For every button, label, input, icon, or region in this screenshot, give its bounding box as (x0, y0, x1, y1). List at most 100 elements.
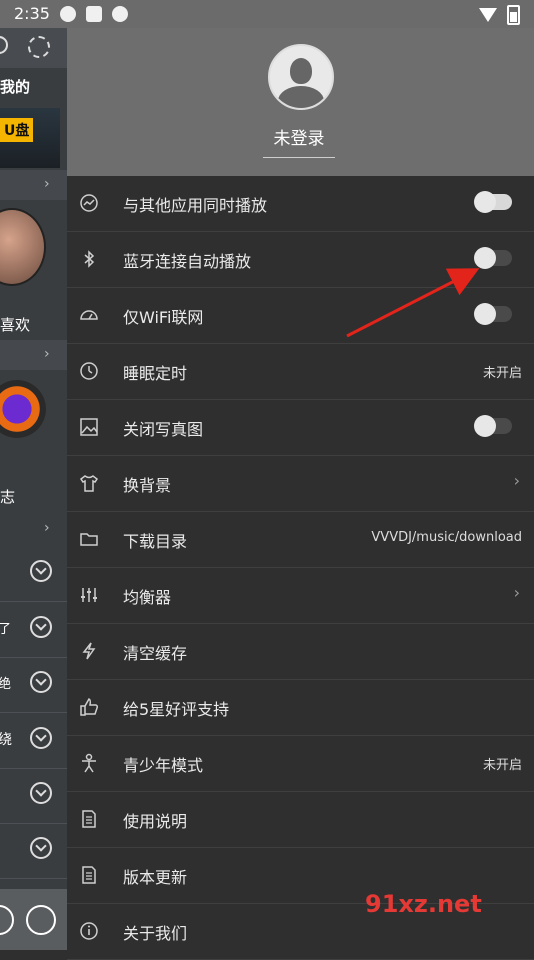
chevron-right-icon: › (44, 520, 50, 536)
settings-item[interactable]: 仅WiFi联网 (67, 288, 534, 344)
settings-item-value: VVVDJ/music/download (371, 530, 522, 545)
chevron-down-circle-icon[interactable] (30, 837, 52, 859)
settings-item[interactable]: 睡眠定时 未开启 (67, 344, 534, 400)
chevron-down-circle-icon[interactable] (30, 671, 52, 693)
speedometer-icon (79, 305, 99, 325)
trend-icon (79, 193, 99, 213)
like-label: 喜欢 (0, 316, 31, 334)
background-app-panel[interactable]: 我的 U盘 › 喜欢 › 志 › 了 绝 绕 (0, 28, 67, 950)
battery-icon (507, 5, 520, 25)
document-icon (79, 865, 99, 885)
row-label: 了 (0, 622, 12, 637)
list-row[interactable] (0, 823, 67, 879)
app-notification-icon (60, 6, 76, 22)
settings-item-label: 蓝牙连接自动播放 (123, 252, 252, 271)
list-row[interactable] (0, 546, 67, 602)
section-header[interactable]: › (0, 170, 67, 200)
row-label: 绝 (0, 677, 12, 692)
settings-item-label: 与其他应用同时播放 (123, 196, 268, 215)
toggle-knob (474, 191, 496, 213)
settings-item-label: 清空缓存 (123, 644, 188, 663)
player-bar (0, 889, 67, 950)
thumbs-up-icon (79, 697, 99, 717)
settings-item[interactable]: 下载目录 VVVDJ/music/download (67, 512, 534, 568)
settings-item[interactable]: 蓝牙连接自动播放 (67, 232, 534, 288)
playlist-icon[interactable] (26, 905, 56, 935)
notification-icons (60, 6, 128, 22)
folder-icon (79, 529, 99, 549)
app-notification-icon (86, 6, 102, 22)
settings-item[interactable]: 青少年模式 未开启 (67, 736, 534, 792)
settings-item[interactable]: 均衡器 › (67, 568, 534, 624)
mine-label: 我的 (0, 78, 31, 96)
section-header[interactable]: › (0, 514, 67, 544)
lightning-icon (79, 641, 99, 661)
toggle-knob (474, 303, 496, 325)
avatar-icon[interactable] (268, 44, 334, 110)
settings-item-label: 关闭写真图 (123, 420, 204, 439)
chevron-right-icon: › (513, 583, 520, 602)
document-icon (79, 809, 99, 829)
settings-item-label: 关于我们 (123, 924, 188, 943)
wifi-icon (479, 8, 497, 22)
chevron-down-circle-icon[interactable] (30, 727, 52, 749)
settings-item-label: 均衡器 (123, 588, 172, 607)
settings-drawer: 未登录 与其他应用同时播放 蓝牙连接自动播放 仅WiFi联网 睡眠定时 未开启 关闭写真图… (67, 28, 534, 960)
person-icon (79, 753, 99, 773)
chevron-right-icon: › (44, 346, 50, 362)
settings-item-label: 仅WiFi联网 (123, 308, 204, 327)
album-logo[interactable] (0, 380, 46, 438)
section-header[interactable]: › (0, 340, 67, 370)
list-row[interactable]: 绝 (0, 657, 67, 713)
toggle-knob (474, 415, 496, 437)
toggle-switch[interactable] (474, 303, 512, 325)
settings-menu: 与其他应用同时播放 蓝牙连接自动播放 仅WiFi联网 睡眠定时 未开启 关闭写真图 换背景 ›… (67, 176, 534, 960)
list-row[interactable]: 了 (0, 602, 67, 658)
status-time: 2:35 (14, 4, 50, 23)
gear-icon[interactable] (28, 36, 50, 58)
settings-item-label: 下载目录 (123, 532, 188, 551)
chevron-right-icon: › (44, 176, 50, 192)
play-next-icon[interactable] (0, 905, 14, 935)
shirt-icon (79, 473, 99, 493)
settings-item-label: 睡眠定时 (123, 364, 188, 383)
list-row[interactable] (0, 768, 67, 824)
settings-item[interactable]: 换背景 › (67, 456, 534, 512)
list-row[interactable]: 绕 (0, 713, 67, 769)
info-icon (79, 921, 99, 941)
toggle-switch[interactable] (474, 415, 512, 437)
settings-item-value: 未开启 (482, 758, 522, 773)
settings-item-label: 给5星好评支持 (123, 700, 230, 719)
settings-item[interactable]: 清空缓存 (67, 624, 534, 680)
chevron-down-circle-icon[interactable] (30, 560, 52, 582)
settings-item-label: 换背景 (123, 476, 172, 495)
settings-item-label: 使用说明 (123, 812, 188, 831)
timer-icon (79, 361, 99, 381)
login-button[interactable]: 未登录 (263, 124, 335, 158)
settings-item[interactable]: 使用说明 (67, 792, 534, 848)
settings-item[interactable]: 给5星好评支持 (67, 680, 534, 736)
settings-item-value: 未开启 (482, 366, 522, 381)
artist-avatar[interactable] (0, 208, 46, 286)
watermark: 91xz.net (365, 890, 482, 918)
settings-item[interactable]: 与其他应用同时播放 (67, 176, 534, 232)
toggle-switch[interactable] (474, 191, 512, 213)
background-topbar (0, 28, 67, 68)
chevron-right-icon: › (513, 471, 520, 490)
settings-item-label: 青少年模式 (123, 756, 204, 775)
profile-header: 未登录 (67, 28, 534, 176)
row-label: 绕 (0, 732, 12, 748)
toggle-switch[interactable] (474, 247, 512, 269)
chevron-down-circle-icon[interactable] (30, 782, 52, 804)
search-icon[interactable] (0, 36, 8, 54)
picture-icon (79, 417, 99, 437)
settings-item[interactable]: 关闭写真图 (67, 400, 534, 456)
zhi-label: 志 (0, 488, 16, 506)
equalizer-icon (79, 585, 99, 605)
settings-item-label: 版本更新 (123, 868, 188, 887)
toggle-knob (474, 247, 496, 269)
u-disk-badge: U盘 (0, 118, 34, 142)
bluetooth-icon (79, 249, 99, 269)
app-notification-icon (112, 6, 128, 22)
chevron-down-circle-icon[interactable] (30, 616, 52, 638)
